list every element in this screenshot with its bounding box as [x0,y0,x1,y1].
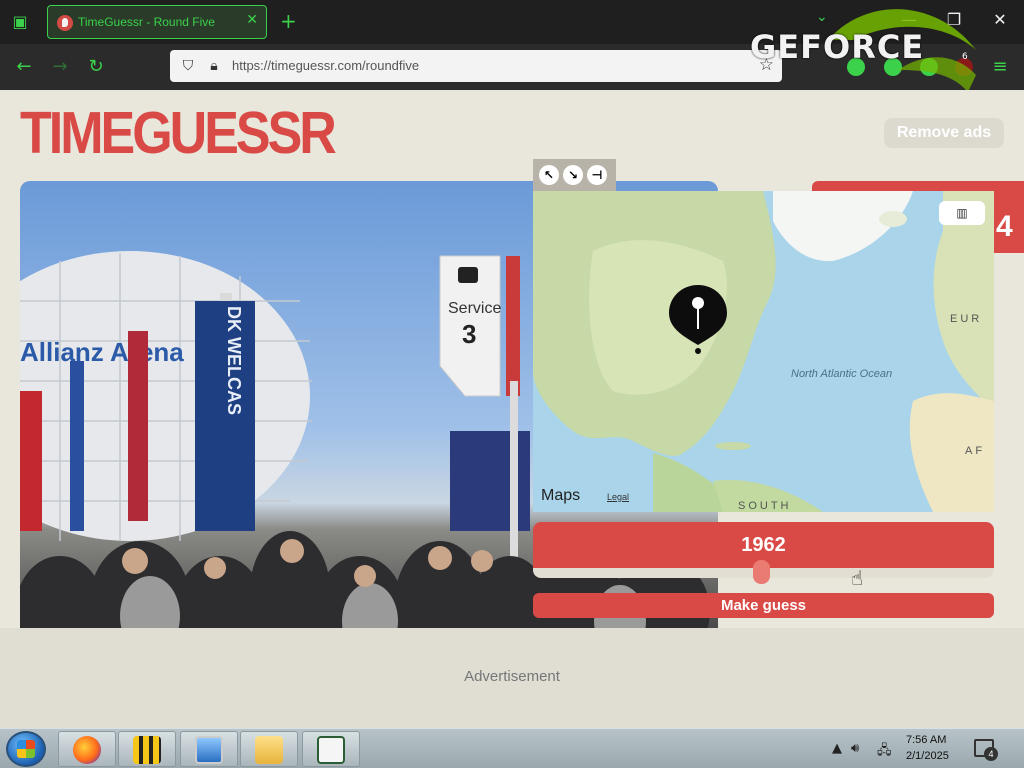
bee-icon [133,736,161,764]
guess-map[interactable]: North Atlantic Ocean EUR AF SOUTH ▥ Maps… [533,191,994,512]
new-tab-button[interactable]: + [280,9,297,33]
region-label-af: AF [965,445,986,457]
taskbar-firefox[interactable] [58,731,116,767]
shrink-map-icon[interactable]: ↘ [563,165,583,185]
service-sign-number: 3 [462,319,476,349]
advertisement-area: Advertisement [0,628,1024,728]
hand-cursor-icon: ☝ [851,566,864,590]
network-icon[interactable]: 🖧 [877,741,892,763]
tab-overview-icon[interactable]: ▣ [8,10,32,34]
shield-icon[interactable]: ⛉ [178,56,198,76]
service-sign-label: Service [448,300,501,317]
maps-provider-label: Maps [541,487,581,504]
folder-icon [255,736,283,764]
volume-icon[interactable]: 🔊︎ [851,741,859,756]
forward-arrow-icon[interactable]: → [48,55,72,79]
lock-icon[interactable]: 🔒︎ [204,56,224,76]
map-toolbar: ↖ ↘ ⊣ [533,159,616,191]
clock-time: 7:56 AM [906,734,947,746]
tray-expand-icon[interactable]: ▲ [832,741,842,756]
geforce-overlay: GEFORCE [748,0,978,92]
taskbar-app-computer[interactable] [180,731,238,767]
year-value: 1962 [741,534,786,556]
timeguessr-logo[interactable]: TIMEGUESSR [20,100,337,167]
taskbar: ▲ 🔊︎ 🖧 7:56 AM 2/1/2025 4 [0,728,1024,768]
geforce-wordmark: GEFORCE [750,28,925,66]
clock-date: 2/1/2025 [906,750,949,762]
page-content: TIMEGUESSR Remove ads Allianz Arena DK W… [0,90,1024,728]
timeguessr-favicon-icon [57,15,73,31]
windows-logo-icon [17,740,35,758]
start-button[interactable] [6,731,46,767]
taskbar-app-window[interactable] [302,731,360,767]
back-arrow-icon[interactable]: ← [12,55,36,79]
menu-icon[interactable]: ≡ [988,55,1012,79]
remove-ads-button[interactable]: Remove ads [884,118,1004,148]
reload-icon[interactable]: ↻ [84,55,108,79]
advertisement-label: Advertisement [464,668,560,685]
banner-text: DK WELCAS [224,306,244,415]
taskbar-app-bee[interactable] [118,731,176,767]
url-text[interactable]: https://timeguessr.com/roundfive [232,58,419,73]
window-icon [317,736,345,764]
stadium-text: Allianz Arena [20,337,184,367]
year-slider-thumb[interactable] [753,560,770,584]
clock[interactable]: 7:56 AM 2/1/2025 [906,732,949,764]
guess-pin-icon[interactable] [667,283,729,355]
region-label-south: SOUTH [738,500,792,512]
pin-map-icon[interactable]: ⊣ [587,165,607,185]
notification-count: 4 [984,747,998,761]
round-number: 4 [996,210,1013,243]
map-type-button[interactable]: ▥ [939,201,985,225]
taskbar-explorer[interactable] [240,731,298,767]
region-label-eur: EUR [950,313,983,325]
close-window-icon[interactable]: ✕ [988,10,1012,29]
apple-maps-logo: Maps [541,487,580,505]
map-icon: ▥ [956,206,968,220]
ocean-label: North Atlantic Ocean [791,368,893,380]
make-guess-button[interactable]: Make guess [533,593,994,618]
expand-map-icon[interactable]: ↖ [539,165,559,185]
address-bar[interactable]: ⛉ 🔒︎ https://timeguessr.com/roundfive ☆ [170,50,782,82]
tab-title: TimeGuessr - Round Five [78,15,215,29]
legal-link[interactable]: Legal [607,492,629,502]
firefox-icon [73,736,101,764]
computer-icon [195,736,223,764]
tab-timeguessr[interactable]: TimeGuessr - Round Five ✕ [47,5,267,39]
close-tab-icon[interactable]: ✕ [246,12,258,28]
